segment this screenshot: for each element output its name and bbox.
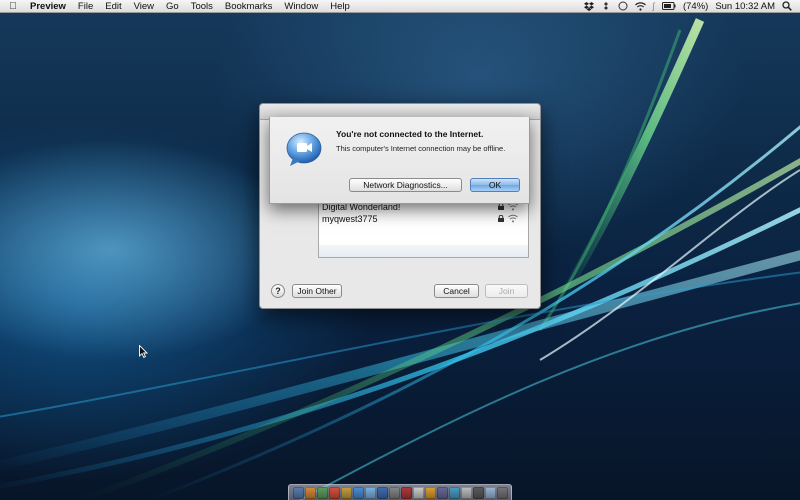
dropbox-icon[interactable] (583, 1, 594, 11)
dock-app-icon[interactable] (412, 487, 424, 499)
dock-app-icon[interactable] (448, 487, 460, 499)
dock-app-icon[interactable] (424, 487, 436, 499)
dock-app-icon[interactable] (292, 487, 304, 499)
dock-app-icon[interactable] (340, 487, 352, 499)
join-button[interactable]: Join (485, 284, 528, 298)
menubar-clock[interactable]: Sun 10:32 AM (715, 1, 775, 12)
menu-app-name[interactable]: Preview (26, 0, 72, 13)
wifi-signal-icon (508, 214, 518, 223)
ichat-icon (286, 132, 322, 166)
dock-app-icon[interactable] (460, 487, 472, 499)
mouse-cursor-icon (139, 345, 148, 358)
dock-app-icon[interactable] (496, 487, 508, 499)
network-name: myqwest3775 (322, 214, 378, 224)
offline-alert-sheet: You're not connected to the Internet. Th… (269, 117, 530, 204)
lock-icon (498, 203, 504, 210)
menu-help[interactable]: Help (324, 0, 356, 13)
sync-icon[interactable] (601, 1, 611, 11)
dock-app-icon[interactable] (304, 487, 316, 499)
list-empty-area (319, 245, 528, 257)
time-machine-icon[interactable] (618, 1, 628, 11)
join-other-button[interactable]: Join Other (292, 284, 342, 298)
dock-app-icon[interactable] (316, 487, 328, 499)
alert-title: You're not connected to the Internet. (336, 129, 484, 139)
dock (288, 484, 512, 500)
menu-bar:  Preview File Edit View Go Tools Bookma… (0, 0, 800, 13)
status-area: ∫ (74%) Sun 10:32 AM (583, 0, 800, 12)
wifi-icon[interactable] (634, 1, 646, 11)
menu-go[interactable]: Go (160, 0, 185, 13)
alert-message: This computer's Internet connection may … (336, 144, 506, 153)
dock-app-icon[interactable] (400, 487, 412, 499)
dock-app-icon[interactable] (388, 487, 400, 499)
dock-app-icon[interactable] (436, 487, 448, 499)
network-list[interactable]: Digital Wonderland! myqwest3775 (318, 200, 529, 258)
ok-button[interactable]: OK (470, 178, 520, 192)
cancel-button[interactable]: Cancel (434, 284, 479, 298)
dock-app-icon[interactable] (328, 487, 340, 499)
battery-percentage: (74%) (682, 0, 709, 12)
menu-bookmarks[interactable]: Bookmarks (219, 0, 279, 13)
dock-app-icon[interactable] (352, 487, 364, 499)
menu-view[interactable]: View (128, 0, 160, 13)
battery-icon[interactable] (661, 2, 676, 10)
menu-edit[interactable]: Edit (99, 0, 127, 13)
dock-app-icon[interactable] (484, 487, 496, 499)
menu-tools[interactable]: Tools (185, 0, 219, 13)
spotlight-search-icon[interactable] (782, 1, 792, 11)
dock-app-icon[interactable] (376, 487, 388, 499)
dock-app-icon[interactable] (472, 487, 484, 499)
dock-app-icon[interactable] (364, 487, 376, 499)
help-button[interactable]: ? (271, 284, 285, 298)
menu-window[interactable]: Window (278, 0, 324, 13)
apple-menu-icon[interactable]:  (0, 1, 26, 12)
network-row[interactable]: myqwest3775 (319, 213, 528, 225)
network-diagnostics-button[interactable]: Network Diagnostics... (349, 178, 462, 192)
lock-icon (498, 215, 504, 222)
bluetooth-icon[interactable]: ∫ (653, 1, 655, 11)
menu-file[interactable]: File (72, 0, 99, 13)
